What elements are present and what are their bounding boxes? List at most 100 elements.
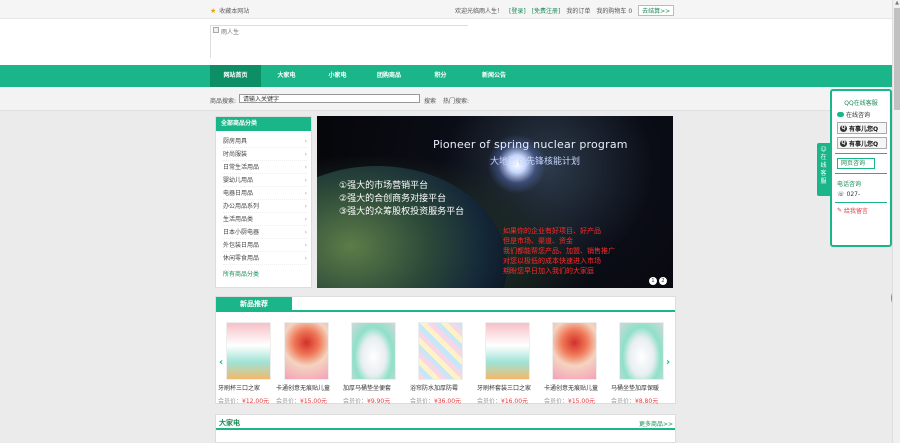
promo-line: 但是市场、渠道、资金 [503, 237, 573, 245]
product-name[interactable]: 牙刷杯三口之家 [218, 383, 276, 392]
category-item[interactable]: 时尚服装 › [223, 148, 307, 161]
major-appliances-section: 大家电 更多商品>> [215, 414, 676, 443]
more-link[interactable]: 更多商品>> [639, 419, 673, 428]
product-image[interactable] [226, 322, 271, 380]
product-image[interactable] [351, 322, 396, 380]
hero-banner[interactable]: Pioneer of spring nuclear program 大地回春先锋… [317, 116, 673, 288]
category-item[interactable]: 婴幼儿用品 › [223, 174, 307, 187]
category-item[interactable]: 外包装日用品 › [223, 239, 307, 252]
divider [835, 153, 887, 154]
qq-icon: Q [840, 124, 847, 132]
product-name[interactable]: 浴帘防水加厚防霉 [410, 383, 468, 392]
category-label: 生活用品类 [223, 216, 254, 223]
slide-dot-1[interactable]: 1 [649, 277, 657, 285]
online-service-tab[interactable]: ☺ 在线客服 [817, 143, 830, 196]
category-item[interactable]: 厨房用具 › [223, 135, 307, 148]
service-title: QQ在线客服 [844, 100, 878, 107]
edit-icon: ✎ [837, 207, 843, 214]
cart-link[interactable]: 我的购物车 0 [596, 6, 632, 17]
new-products-section: 新品推荐 ‹ › 牙刷杯三口之家 会员价：¥12.00元 卡通创意无痕贴儿童 会… [215, 296, 676, 405]
price-value: ¥16.00元 [501, 398, 529, 405]
product-card[interactable]: 牙刷杯三口之家 会员价：¥12.00元 [218, 322, 276, 405]
search-button[interactable]: 搜索 [424, 96, 436, 105]
category-label: 外包装日用品 [223, 242, 260, 249]
section-title: 大家电 [219, 419, 240, 427]
chevron-right-icon: › [304, 138, 307, 145]
web-consult-button[interactable]: 网页咨询 [837, 158, 875, 169]
logo[interactable]: 雨人生 [210, 25, 468, 58]
banner-title-cn: 大地回春先锋核能计划 [490, 157, 581, 167]
category-label: 日本小厨电器 [223, 229, 260, 236]
product-name[interactable]: 加厚马桶垫坐便套 [343, 383, 401, 392]
nav-item-news[interactable]: 新闻公告 [466, 65, 522, 87]
qq-button-2[interactable]: Q 有事儿您Q [837, 137, 887, 149]
online-consult-label: 在线咨询 [846, 112, 871, 119]
category-item[interactable]: 日常生活用品 › [223, 161, 307, 174]
chevron-right-icon: › [304, 177, 307, 184]
online-consult-link[interactable]: 在线咨询 [837, 110, 890, 119]
checkout-button[interactable]: 去结算>> [638, 5, 675, 16]
user-links: 欢迎光临雨人生！ [登录] [免费注册] 我的订单 我的购物车 0 去结算>> [455, 5, 675, 17]
product-name[interactable]: 马桶坐垫加厚保暖 [611, 383, 661, 392]
product-image[interactable] [485, 322, 530, 380]
new-products-title: 新品推荐 [216, 297, 292, 312]
search-label: 商品搜索: [210, 98, 237, 105]
product-image[interactable] [619, 322, 664, 380]
divider [835, 202, 887, 203]
service-panel: QQ在线客服 在线咨询 Q 有事儿您Q Q 有事儿您Q 网页咨询 电话咨询 ☏ … [830, 89, 892, 247]
product-name[interactable]: 卡通创意无痕贴儿童 [276, 383, 334, 392]
product-card[interactable]: 卡通创意无痕贴儿童 会员价：¥15.00元 [544, 322, 602, 405]
scroll-up-icon[interactable]: ▲ [894, 0, 900, 7]
all-categories-link[interactable]: 所有商品分类 [223, 269, 307, 278]
login-link[interactable]: [登录] [509, 6, 526, 17]
nav-item-small-appliances[interactable]: 小家电 [312, 65, 363, 87]
slide-dot-2[interactable]: 2 [659, 277, 667, 285]
category-item[interactable]: 电器日用品 › [223, 187, 307, 200]
category-item[interactable]: 休闲零食用品 › [223, 252, 307, 265]
chevron-right-icon: › [304, 216, 307, 223]
page-scrollbar[interactable]: ▲ [892, 0, 900, 443]
category-item[interactable]: 生活用品类 › [223, 213, 307, 226]
favorite-link[interactable]: ★ 收藏本网站 [210, 6, 249, 15]
product-name[interactable]: 牙刷杯套装三口之家 [477, 383, 535, 392]
nav-item-points[interactable]: 积分 [415, 65, 466, 87]
phone-number-text: 027- [846, 191, 861, 198]
product-image[interactable] [552, 322, 597, 380]
banner-point: ③强大的众筹股权投资服务平台 [339, 207, 465, 217]
section-divider [216, 428, 675, 430]
register-link[interactable]: [免费注册] [532, 6, 561, 17]
product-price: 会员价：¥15.00元 [276, 396, 334, 405]
nav-item-home[interactable]: 网站首页 [210, 65, 261, 87]
category-item[interactable]: 办公用品系列 › [223, 200, 307, 213]
product-card[interactable]: 浴帘防水加厚防霉 会员价：¥36.00元 [410, 322, 468, 405]
nav-item-major-appliances[interactable]: 大家电 [261, 65, 312, 87]
product-card[interactable]: 卡通创意无痕贴儿童 会员价：¥15.00元 [276, 322, 334, 405]
chevron-right-icon: › [304, 151, 307, 158]
hot-search-label: 热门搜索: [443, 98, 470, 105]
product-card[interactable]: 马桶坐垫加厚保暖 会员价：¥8.80元 [611, 322, 664, 405]
product-image[interactable] [418, 322, 463, 380]
carousel-next-icon[interactable]: › [666, 357, 670, 368]
price-value: ¥36.00元 [434, 398, 462, 405]
product-price: 会员价：¥16.00元 [477, 396, 535, 405]
category-item[interactable]: 日本小厨电器 › [223, 226, 307, 239]
price-value: ¥15.00元 [300, 398, 328, 405]
product-image[interactable] [284, 322, 329, 380]
category-label: 日常生活用品 [223, 164, 260, 171]
product-name[interactable]: 卡通创意无痕贴儿童 [544, 383, 602, 392]
price-value: ¥15.00元 [568, 398, 596, 405]
leave-message-link[interactable]: ✎ 给我留言 [837, 206, 890, 215]
phone-number: ☏ 027- [837, 191, 890, 198]
price-value: ¥12.00元 [242, 398, 270, 405]
search-input[interactable] [239, 94, 420, 103]
promo-line: 我们都能帮您产品、加盟、销售推广 [503, 247, 615, 255]
banner-promo-text: 如果你的企业有好项目、好产品 但是市场、渠道、资金 我们都能帮您产品、加盟、销售… [503, 226, 615, 276]
scrollbar-thumb[interactable] [894, 8, 900, 110]
nav-item-group-buy[interactable]: 团购商品 [363, 65, 415, 87]
product-card[interactable]: 牙刷杯套装三口之家 会员价：¥16.00元 [477, 322, 535, 405]
my-orders-link[interactable]: 我的订单 [566, 6, 590, 17]
star-icon: ★ [210, 6, 217, 15]
product-card[interactable]: 加厚马桶垫坐便套 会员价：¥9.90元 [343, 322, 401, 405]
broken-image-icon [213, 27, 219, 33]
qq-button-1[interactable]: Q 有事儿您Q [837, 122, 887, 134]
